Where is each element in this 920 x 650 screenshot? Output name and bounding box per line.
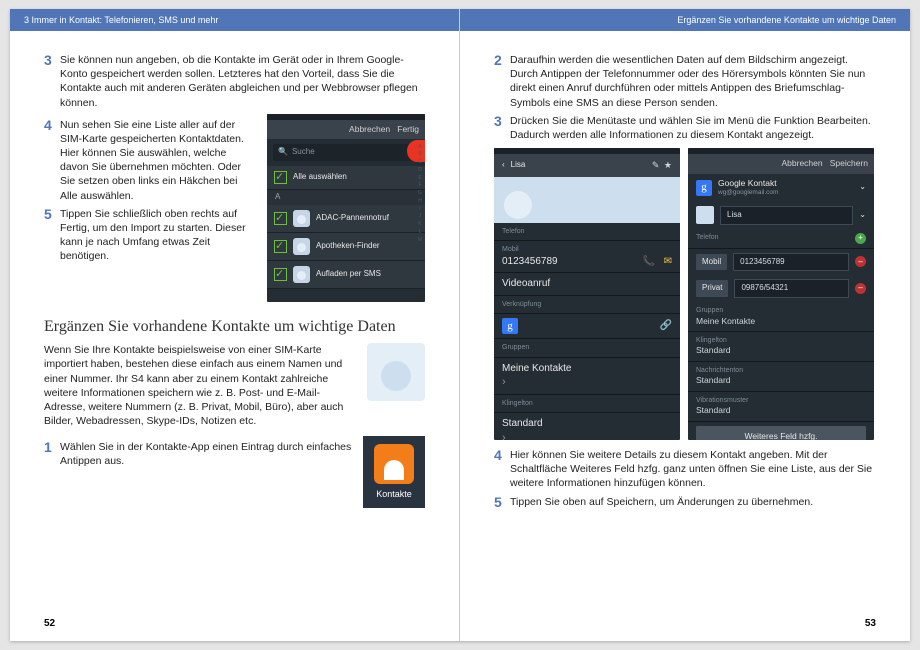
page-number: 53 (865, 618, 876, 629)
edit-topbar: Abbrechen Speichern (688, 154, 874, 173)
link-icon: 🔗 (660, 319, 672, 333)
phone-row-1: Mobil 0123456789 – (688, 249, 874, 276)
section-header-A: A (267, 190, 425, 205)
groups-row[interactable]: Meine Kontakte (494, 358, 680, 395)
step-2: 2 Daraufhin werden die wesentlichen Date… (494, 53, 876, 110)
avatar-icon (293, 238, 310, 255)
phone-number: 0123456789 (502, 255, 558, 269)
contact-header: ‹ Lisa ✎ ★ (494, 154, 680, 177)
cancel-button[interactable]: Abbrechen (349, 124, 390, 134)
call-icon[interactable]: 📞 (643, 256, 655, 267)
chevron-down-icon: ⌄ (859, 182, 866, 193)
name-input[interactable]: Lisa (720, 206, 853, 225)
google-icon: g (502, 318, 518, 334)
header-left: 3 Immer in Kontakt: Telefonieren, SMS un… (10, 9, 459, 31)
phone-input-2[interactable]: 09876/54321 (734, 279, 849, 298)
source-row[interactable]: g Google Kontakt wg@googlemail.com ⌄ (688, 174, 874, 202)
checkbox-icon[interactable] (274, 212, 287, 225)
body-left: 3 Sie können nun angeben, ob die Kontakt… (44, 49, 425, 508)
screenshot-view-contact: ‹ Lisa ✎ ★ Telefon Mobil (494, 148, 680, 440)
step-4: 4 Nun sehen Sie eine Liste aller auf der… (44, 118, 257, 203)
screenshot-import-list: Abbrechen Fertig 🔍 Suche Alle auswählen … (267, 114, 425, 302)
envelope-icon[interactable]: ✉ (664, 256, 672, 267)
ringtone-row[interactable]: Standard (494, 413, 680, 440)
step-5: 5 Tippen Sie schließlich oben rechts auf… (44, 207, 257, 264)
step-4: 4 Hier können Sie weitere Details zu die… (494, 448, 876, 491)
delete-icon[interactable]: – (855, 256, 866, 267)
chevron-down-icon[interactable]: ⌄ (859, 210, 866, 221)
star-icon[interactable]: ★ (664, 160, 672, 170)
avatar-icon (293, 266, 310, 283)
contacts-app-icon (374, 444, 414, 484)
delete-icon[interactable]: – (855, 283, 866, 294)
chapter-title: 3 Immer in Kontakt: Telefonieren, SMS un… (24, 15, 218, 25)
type-button-privat[interactable]: Privat (696, 280, 728, 297)
phone-row-2: Privat 09876/54321 – (688, 275, 874, 302)
body-right: 2 Daraufhin werden die wesentlichen Date… (494, 49, 876, 514)
step4-row: 4 Nun sehen Sie eine Liste aller auf der… (44, 114, 425, 302)
search-input[interactable]: 🔍 Suche (273, 144, 419, 161)
section-intro: Wenn Sie Ihre Kontakte beispielsweise vo… (44, 343, 357, 428)
page-right: Ergänzen Sie vorhandene Kontakte um wich… (460, 9, 910, 641)
avatar-placeholder (367, 343, 425, 401)
add-phone-icon[interactable]: + (855, 233, 866, 244)
page-number: 52 (44, 618, 55, 629)
add-field-button[interactable]: Weiteres Feld hzfg. (696, 426, 866, 440)
phone-number-row[interactable]: Mobil 0123456789 📞 ✉ (494, 241, 680, 273)
screenshot-edit-contact: Abbrechen Speichern g Google Kontakt wg@… (688, 148, 874, 440)
cancel-button[interactable]: Abbrechen (782, 158, 823, 168)
save-button[interactable]: Speichern (830, 158, 868, 168)
contact-row[interactable]: Apotheken-Finder (267, 233, 425, 261)
select-all-row[interactable]: Alle auswählen (267, 166, 425, 190)
search-icon: 🔍 (278, 147, 288, 158)
header-right: Ergänzen Sie vorhandene Kontakte um wich… (460, 9, 910, 31)
step-3: 3 Sie können nun angeben, ob die Kontakt… (44, 53, 425, 110)
contact-portrait (494, 177, 680, 223)
linked-account-row[interactable]: g 🔗 (494, 314, 680, 339)
contacts-app-tile[interactable]: Kontakte (363, 436, 425, 508)
checkbox-icon[interactable] (274, 240, 287, 253)
back-icon[interactable]: ‹ (502, 160, 505, 171)
google-icon: g (696, 180, 712, 196)
video-call-row[interactable]: Videoanruf (494, 273, 680, 296)
checkbox-icon[interactable] (274, 268, 287, 281)
contact-name: Lisa (511, 160, 526, 171)
page-left: 3 Immer in Kontakt: Telefonieren, SMS un… (10, 9, 460, 641)
step-5: 5 Tippen Sie oben auf Speichern, um Ände… (494, 495, 876, 510)
name-field-row: Lisa ⌄ (688, 202, 874, 229)
running-title: Ergänzen Sie vorhandene Kontakte um wich… (677, 15, 896, 25)
phone-input-1[interactable]: 0123456789 (733, 253, 849, 272)
checkbox-icon[interactable] (274, 171, 287, 184)
edit-icon[interactable]: ✎ (652, 160, 660, 170)
index-scrollbar[interactable]: ABCDEFGHIJKLM (415, 114, 425, 302)
step-3: 3 Drücken Sie die Menütaste und wählen S… (494, 114, 876, 142)
type-button-mobil[interactable]: Mobil (696, 254, 727, 271)
sub-step-1: 1 Wählen Sie in der Kontakte-App einen E… (44, 440, 353, 468)
avatar-icon (293, 210, 310, 227)
import-topbar: Abbrechen Fertig (267, 120, 425, 139)
section-heading: Ergänzen Sie vorhandene Kontakte um wich… (44, 316, 425, 338)
book-spread: 3 Immer in Kontakt: Telefonieren, SMS un… (10, 9, 910, 641)
contact-row[interactable]: Aufladen per SMS (267, 261, 425, 289)
contact-row[interactable]: ADAC-Pannennotruf (267, 205, 425, 233)
avatar-icon[interactable] (696, 206, 714, 224)
